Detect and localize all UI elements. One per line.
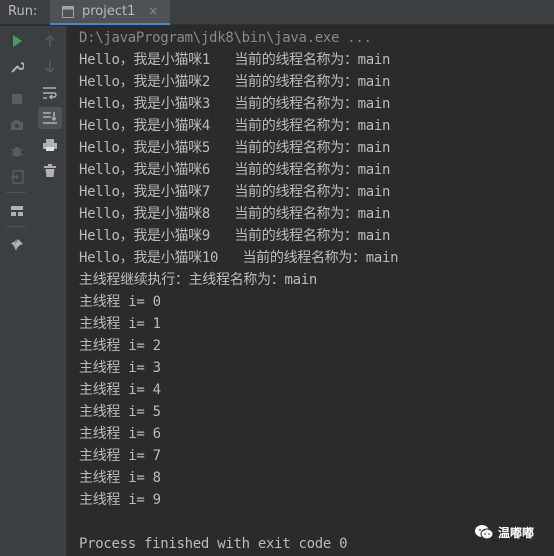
stop-icon bbox=[12, 94, 22, 104]
debug-bug-icon bbox=[10, 147, 24, 157]
up-arrow-icon bbox=[45, 34, 55, 47]
exit-icon bbox=[11, 170, 24, 184]
console-line: Hello，我是小猫咪7 当前的线程名称为：main bbox=[79, 184, 391, 200]
console-line: Hello，我是小猫咪9 当前的线程名称为：main bbox=[79, 228, 391, 244]
console-line: 主线程 i= 8 bbox=[79, 470, 161, 486]
console-line: D:\javaProgram\jdk8\bin\java.exe ... bbox=[79, 30, 372, 46]
console-line: 主线程继续执行：主线程名称为：main bbox=[79, 272, 318, 288]
console-line: 主线程 i= 4 bbox=[79, 382, 161, 398]
console-line: 主线程 i= 5 bbox=[79, 404, 161, 420]
active-tab-indicator bbox=[50, 23, 170, 25]
dump-threads-button[interactable] bbox=[5, 114, 29, 136]
wechat-icon bbox=[475, 525, 494, 540]
console-line: Hello，我是小猫咪4 当前的线程名称为：main bbox=[79, 118, 391, 134]
watermark: 温嘟嘟 bbox=[474, 522, 550, 542]
console-line: 主线程 i= 7 bbox=[79, 448, 161, 464]
camera-icon bbox=[11, 120, 23, 130]
scroll-to-end-icon bbox=[43, 112, 57, 124]
console-line: Hello，我是小猫咪2 当前的线程名称为：main bbox=[79, 74, 391, 90]
settings-button[interactable] bbox=[5, 56, 29, 78]
console-line: 主线程 i= 0 bbox=[79, 294, 161, 310]
debug-button[interactable] bbox=[5, 140, 29, 162]
console-line: 主线程 i= 1 bbox=[79, 316, 161, 332]
run-tab-bar: Run: project1 × bbox=[0, 0, 554, 25]
console-line: Process finished with exit code 0 bbox=[79, 536, 348, 552]
previous-occurrence-button[interactable] bbox=[38, 30, 62, 52]
exit-button[interactable] bbox=[5, 166, 29, 188]
console-line: Hello，我是小猫咪5 当前的线程名称为：main bbox=[79, 140, 391, 156]
next-occurrence-button[interactable] bbox=[38, 56, 62, 78]
print-button[interactable] bbox=[38, 134, 62, 156]
console-output[interactable]: D:\javaProgram\jdk8\bin\java.exe ... Hel… bbox=[68, 26, 554, 556]
console-line: 主线程 i= 2 bbox=[79, 338, 161, 354]
pin-tab-button[interactable] bbox=[5, 234, 29, 256]
run-toolbar-primary bbox=[0, 26, 34, 556]
soft-wrap-icon bbox=[43, 87, 57, 100]
close-icon[interactable]: × bbox=[148, 4, 158, 18]
console-line: Hello，我是小猫咪1 当前的线程名称为：main bbox=[79, 52, 391, 68]
layout-icon bbox=[11, 206, 23, 216]
tab-title: project1 bbox=[82, 4, 136, 19]
clear-all-button[interactable] bbox=[38, 160, 62, 182]
pin-icon bbox=[11, 239, 23, 251]
console-line: 主线程 i= 9 bbox=[79, 492, 161, 508]
toolbar-divider bbox=[6, 192, 26, 193]
console-line: 主线程 i= 3 bbox=[79, 360, 161, 376]
watermark-text: 温嘟嘟 bbox=[498, 525, 535, 540]
wrench-icon bbox=[11, 62, 24, 73]
console-line: Hello，我是小猫咪6 当前的线程名称为：main bbox=[79, 162, 391, 178]
run-icon bbox=[13, 35, 22, 47]
console-line: 主线程 i= 6 bbox=[79, 426, 161, 442]
toolbar-divider bbox=[6, 226, 26, 227]
console-line: Hello，我是小猫咪3 当前的线程名称为：main bbox=[79, 96, 391, 112]
console-line: Hello，我是小猫咪8 当前的线程名称为：main bbox=[79, 206, 391, 222]
run-label: Run: bbox=[8, 4, 38, 19]
run-button[interactable] bbox=[5, 30, 29, 52]
scroll-to-end-button[interactable] bbox=[38, 107, 62, 129]
down-arrow-icon bbox=[45, 61, 55, 74]
stop-button[interactable] bbox=[5, 88, 29, 110]
soft-wrap-button[interactable] bbox=[38, 82, 62, 104]
run-config-icon bbox=[62, 6, 74, 18]
run-toolbar-secondary bbox=[34, 26, 67, 556]
restore-layout-button[interactable] bbox=[5, 200, 29, 222]
trash-icon bbox=[44, 164, 56, 177]
print-icon bbox=[43, 139, 57, 151]
console-line: Hello，我是小猫咪10 当前的线程名称为：main bbox=[79, 250, 399, 266]
